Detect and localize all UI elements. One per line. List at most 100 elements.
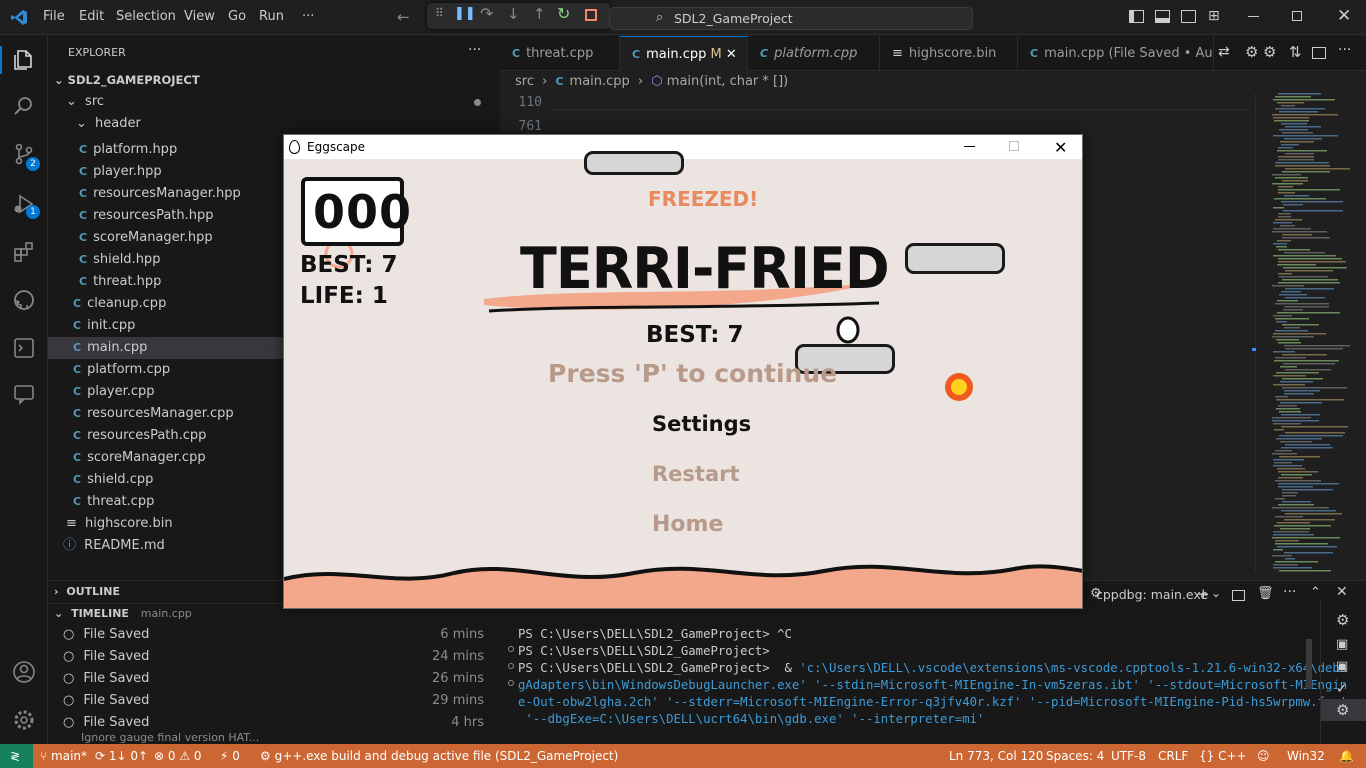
project-root[interactable]: ⌄ SDL2_GAMEPROJECT [48,69,500,91]
settings-gear-icon[interactable]: ⚙ [1263,43,1276,61]
compare-icon[interactable]: ⇄ [1218,44,1230,60]
close-panel-icon[interactable]: ✕ [1336,584,1348,600]
run-dropdown-icon[interactable]: ⚙ [1245,43,1258,61]
ports-indicator[interactable]: ⚡ 0 [220,744,240,768]
step-out-icon[interactable]: ↑ [533,5,546,23]
minimap-line [1281,144,1299,146]
terminal-icon[interactable]: ▣ [1336,637,1348,652]
menu-view[interactable]: View [184,9,215,24]
tab-platform-cpp[interactable]: Cplatform.cpp [748,36,880,71]
check-icon[interactable]: ✓ [1336,681,1348,697]
tab-main-cpp[interactable]: Cmain.cpp M ✕ [620,36,748,71]
github-icon[interactable] [12,288,36,312]
close-window-icon[interactable]: ✕ [1337,6,1351,26]
toggle-secondary-sidebar-icon[interactable] [1181,10,1196,23]
tab-label: threat.cpp [526,46,594,61]
task-indicator[interactable]: ⚙ g++.exe build and debug active file (S… [260,744,618,768]
minimize-window-icon[interactable] [1248,16,1259,17]
new-terminal-icon[interactable]: + [1197,585,1210,603]
settings-gear-icon[interactable] [12,708,36,732]
menu-run[interactable]: Run [259,9,284,24]
tab-highscore-bin[interactable]: ≡ highscore.bin [880,36,1018,71]
indentation[interactable]: Spaces: 4 [1046,744,1104,768]
back-arrow-icon[interactable]: ← [397,8,410,26]
remote-explorer-icon[interactable] [12,336,36,360]
close-window-icon[interactable]: ✕ [1054,136,1067,160]
minimap-line [1281,447,1333,449]
stop-icon[interactable] [585,9,597,21]
toggle-sidebar-icon[interactable] [1129,10,1144,23]
game-canvas[interactable]: 000 BEST: 7 LIFE: 1 FREEZED! TERRI-FRIED… [284,151,1082,608]
terminal-name[interactable]: cppdbg: main.exe [1096,587,1208,602]
drag-handle-icon[interactable]: ⠿ [435,6,444,20]
more-actions-icon[interactable]: ··· [1283,584,1296,600]
end-of-line[interactable]: CRLF [1158,744,1188,768]
timeline-entry[interactable]: ○ File Saved 24 mins [48,646,488,668]
step-into-icon[interactable]: ↓ [507,5,520,23]
chevron-down-icon[interactable]: ⌄ [1211,586,1221,600]
restart-menu-item[interactable]: Restart [652,462,740,486]
menu-go[interactable]: Go [228,9,246,24]
terminal-scrollbar[interactable] [1306,639,1312,689]
timeline-entry[interactable]: ○ File Saved 26 mins [48,668,488,690]
split-terminal-icon[interactable] [1232,590,1245,601]
settings-menu-item[interactable]: Settings [652,412,751,436]
timeline-entry-label: File Saved [83,693,150,708]
timeline-entry[interactable]: ○ File Saved 4 hrs [48,712,488,734]
chat-icon[interactable] [12,382,36,406]
explorer-icon[interactable] [12,48,36,72]
circle-icon: ○ [63,671,75,686]
close-tab-icon[interactable]: ✕ [726,47,737,62]
remote-indicator[interactable]: ≷ [0,744,33,768]
breadcrumb-src[interactable]: src [515,74,534,89]
menu-more[interactable]: ··· [302,9,314,24]
problems-indicator[interactable]: ⊗ 0 ⚠ 0 [154,744,202,768]
customize-layout-icon[interactable]: ⊞ [1208,8,1220,24]
extensions-icon[interactable] [12,240,36,264]
maximize-panel-icon[interactable]: ⌃ [1310,585,1321,600]
branch-icon: ⑂ [40,749,48,763]
menu-selection[interactable]: Selection [116,9,176,24]
restore-window-icon[interactable] [1292,11,1302,21]
folder-src[interactable]: ⌄ src [48,91,500,113]
pause-icon[interactable]: ❚❚ [454,6,476,21]
branch-indicator[interactable]: ⑂ main* [40,744,87,768]
cpp-file-icon: C [555,75,564,88]
more-actions-icon[interactable]: ··· [1338,42,1351,58]
command-center-search[interactable]: ⌕ SDL2_GameProject [609,7,973,30]
notifications-icon[interactable]: 🔔 [1339,744,1354,768]
toggle-panel-icon[interactable] [1155,10,1170,23]
debug-terminal-icon[interactable]: ⚙ [1336,701,1349,719]
tab-main-cpp-file-saved[interactable]: Cmain.cpp (File Saved • Augu [1018,36,1214,71]
timeline-entry[interactable]: ○ File Saved 29 mins [48,690,488,712]
breadcrumb-symbol[interactable]: main(int, char * []) [667,74,788,89]
restart-icon[interactable]: ↻ [557,4,570,23]
language-mode[interactable]: {} C++ [1199,744,1247,768]
breadcrumb-file[interactable]: main.cpp [570,74,630,89]
explorer-more-icon[interactable]: ··· [468,42,481,58]
menu-file[interactable]: File [43,9,65,24]
minimap-line [1274,360,1339,362]
platform[interactable]: Win32 [1287,744,1325,768]
trash-icon[interactable]: 🗑 [1257,586,1274,601]
search-icon[interactable] [12,94,36,118]
folder-header[interactable]: ⌄ header [48,113,500,135]
sync-indicator[interactable]: ⟳ 1↓ 0↑ [95,744,148,768]
cursor-position[interactable]: Ln 773, Col 120 [949,744,1043,768]
terminal-icon[interactable]: ▣ [1336,659,1348,674]
open-changes-icon[interactable]: ⇅ [1289,43,1302,61]
account-icon[interactable] [12,660,36,684]
copilot-icon[interactable]: ☺ [1257,744,1270,768]
minimap[interactable] [1272,93,1360,573]
minimap-line [1273,567,1312,569]
encoding[interactable]: UTF-8 [1111,744,1146,768]
step-over-icon[interactable]: ↷ [480,4,493,23]
terminal-output[interactable]: PS C:\Users\DELL\SDL2_GameProject> ^C PS… [500,611,1347,745]
tab-threat-cpp[interactable]: Cthreat.cpp [500,36,620,71]
menu-edit[interactable]: Edit [79,9,104,24]
timeline-entry[interactable]: ○ File Saved 6 mins [48,624,488,646]
minimize-window-icon[interactable] [964,146,975,147]
split-editor-icon[interactable] [1312,47,1326,59]
debug-terminal-icon[interactable]: ⚙ [1336,611,1349,629]
home-menu-item[interactable]: Home [652,512,723,537]
